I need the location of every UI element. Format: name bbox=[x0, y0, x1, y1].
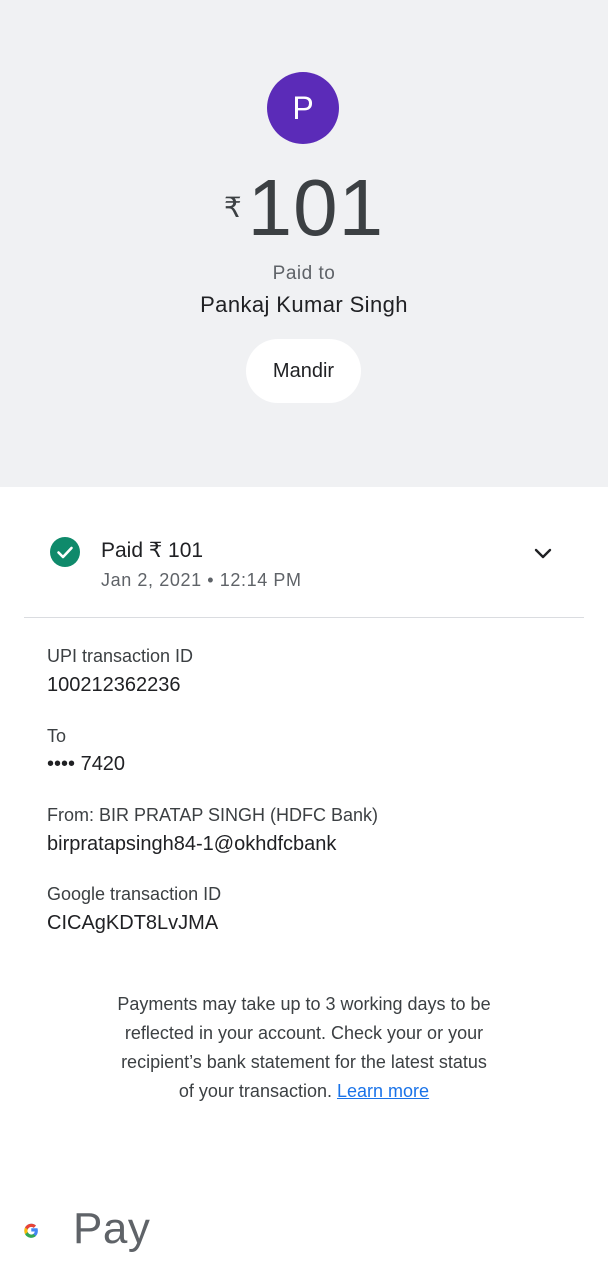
payment-status-row[interactable]: Paid ₹ 101 Jan 2, 2021 • 12:14 PM bbox=[0, 530, 608, 600]
processing-info-text: Payments may take up to 3 working days t… bbox=[84, 990, 524, 1106]
currency-symbol: ₹ bbox=[223, 191, 242, 223]
google-pay-wordmark: Pay bbox=[73, 1204, 151, 1253]
learn-more-link[interactable]: Learn more bbox=[337, 1081, 429, 1101]
receipt-header: P ₹ 101 Paid to Pankaj Kumar Singh Mandi… bbox=[0, 0, 608, 487]
amount-value: 101 bbox=[247, 163, 385, 252]
google-transaction-id-label: Google transaction ID bbox=[47, 884, 222, 904]
payment-amount: ₹ 101 bbox=[0, 160, 608, 256]
google-transaction-id-value: CICAgKDT8LvJMA bbox=[47, 912, 219, 934]
divider bbox=[24, 617, 584, 618]
info-line-2: reflected in your account. Check your or… bbox=[124, 1023, 484, 1043]
upi-transaction-id-value: 100212362236 bbox=[47, 674, 181, 696]
status-datetime: Jan 2, 2021 • 12:14 PM bbox=[101, 570, 302, 590]
payee-avatar: P bbox=[267, 72, 339, 144]
info-line-4: of your transaction. bbox=[178, 1081, 332, 1101]
from-upi-value: birpratapsingh84-1@okhdfcbank bbox=[47, 833, 337, 855]
chevron-down-icon[interactable] bbox=[532, 542, 554, 564]
status-title: Paid ₹ 101 bbox=[101, 539, 204, 562]
info-line-1: Payments may take up to 3 working days t… bbox=[117, 994, 491, 1014]
payee-name: Pankaj Kumar Singh bbox=[200, 292, 408, 317]
payment-note-chip: Mandir bbox=[246, 339, 361, 403]
from-label: From: BIR PRATAP SINGH (HDFC Bank) bbox=[47, 805, 379, 825]
paid-to-label: Paid to bbox=[272, 263, 336, 284]
to-account-value: •••• 7420 bbox=[47, 753, 126, 775]
check-circle-icon bbox=[50, 537, 80, 567]
google-pay-logo-icon bbox=[24, 1223, 38, 1238]
upi-transaction-id-label: UPI transaction ID bbox=[47, 646, 194, 666]
info-line-3: recipient’s bank statement for the lates… bbox=[121, 1052, 487, 1072]
to-label: To bbox=[47, 726, 67, 746]
payment-receipt-screen: P ₹ 101 Paid to Pankaj Kumar Singh Mandi… bbox=[0, 0, 608, 1280]
